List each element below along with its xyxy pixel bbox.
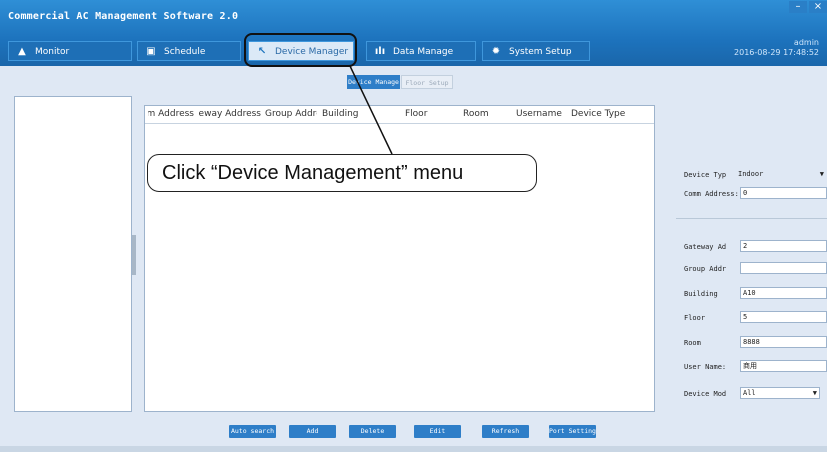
app-window: Commercial AC Management Software 2.0 – … [0,0,827,452]
callout-text: Click “Device Management” menu [162,162,464,184]
callout-leader-line [349,65,393,155]
